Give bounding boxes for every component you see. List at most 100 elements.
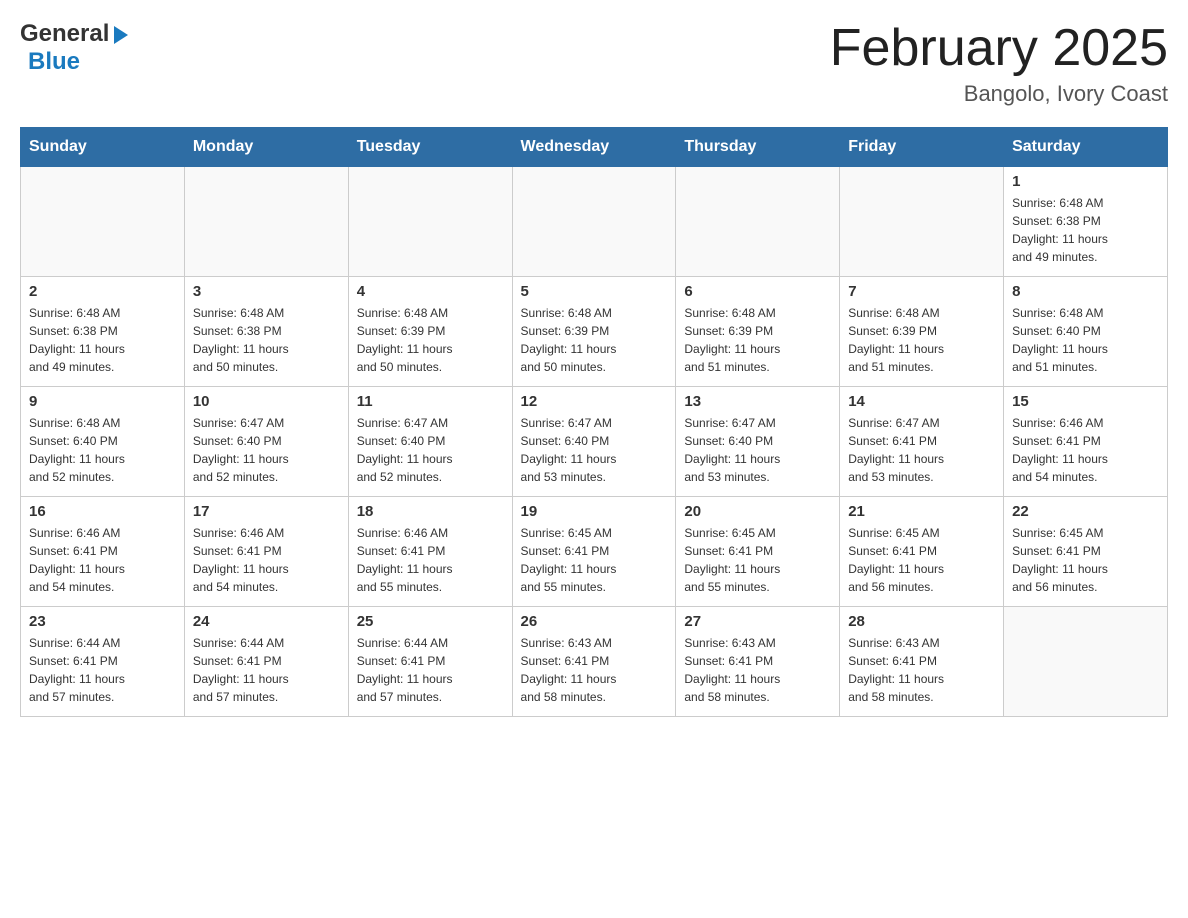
day-number: 14 [848, 393, 995, 410]
day-info-text: Sunrise: 6:48 AM Sunset: 6:40 PM Dayligh… [29, 414, 176, 486]
day-info-text: Sunrise: 6:48 AM Sunset: 6:40 PM Dayligh… [1012, 304, 1159, 376]
day-info-text: Sunrise: 6:44 AM Sunset: 6:41 PM Dayligh… [357, 634, 504, 706]
logo-arrow-icon [110, 24, 132, 46]
day-info-text: Sunrise: 6:47 AM Sunset: 6:40 PM Dayligh… [357, 414, 504, 486]
day-info-text: Sunrise: 6:48 AM Sunset: 6:39 PM Dayligh… [848, 304, 995, 376]
day-number: 9 [29, 393, 176, 410]
day-info-text: Sunrise: 6:48 AM Sunset: 6:38 PM Dayligh… [1012, 194, 1159, 266]
day-number: 7 [848, 283, 995, 300]
day-number: 12 [521, 393, 668, 410]
day-info-text: Sunrise: 6:44 AM Sunset: 6:41 PM Dayligh… [29, 634, 176, 706]
calendar-day-cell [184, 167, 348, 277]
logo: General Blue [20, 20, 132, 76]
day-info-text: Sunrise: 6:45 AM Sunset: 6:41 PM Dayligh… [1012, 524, 1159, 596]
logo-blue-text: Blue [28, 48, 80, 76]
calendar-day-cell: 4 Sunrise: 6:48 AM Sunset: 6:39 PM Daylig… [348, 277, 512, 387]
weekday-header-row: SundayMondayTuesdayWednesdayThursdayFrid… [21, 128, 1168, 167]
calendar-day-cell: 19Sunrise: 6:45 AM Sunset: 6:41 PM Dayli… [512, 497, 676, 607]
day-number: 22 [1012, 503, 1159, 520]
day-number: 28 [848, 613, 995, 630]
day-info-text: Sunrise: 6:45 AM Sunset: 6:41 PM Dayligh… [521, 524, 668, 596]
calendar-day-cell: 22 Sunrise: 6:45 AM Sunset: 6:41 PM Dayli… [1004, 497, 1168, 607]
calendar-day-cell: 28 Sunrise: 6:43 AM Sunset: 6:41 PM Dayli… [840, 607, 1004, 717]
day-info-text: Sunrise: 6:48 AM Sunset: 6:39 PM Dayligh… [521, 304, 668, 376]
day-info-text: Sunrise: 6:44 AM Sunset: 6:41 PM Dayligh… [193, 634, 340, 706]
calendar-day-cell: 16 Sunrise: 6:46 AM Sunset: 6:41 PM Dayli… [21, 497, 185, 607]
day-info-text: Sunrise: 6:46 AM Sunset: 6:41 PM Dayligh… [29, 524, 176, 596]
calendar-day-cell [840, 167, 1004, 277]
calendar-day-cell: 8 Sunrise: 6:48 AM Sunset: 6:40 PM Daylig… [1004, 277, 1168, 387]
day-number: 1 [1012, 173, 1159, 190]
calendar-day-cell: 26 Sunrise: 6:43 AM Sunset: 6:41 PM Dayli… [512, 607, 676, 717]
day-info-text: Sunrise: 6:48 AM Sunset: 6:39 PM Dayligh… [684, 304, 831, 376]
location-subtitle: Bangolo, Ivory Coast [830, 81, 1168, 107]
calendar-day-cell: 25 Sunrise: 6:44 AM Sunset: 6:41 PM Dayli… [348, 607, 512, 717]
day-info-text: Sunrise: 6:47 AM Sunset: 6:40 PM Dayligh… [521, 414, 668, 486]
day-info-text: Sunrise: 6:47 AM Sunset: 6:41 PM Dayligh… [848, 414, 995, 486]
day-number: 6 [684, 283, 831, 300]
calendar-day-cell: 24Sunrise: 6:44 AM Sunset: 6:41 PM Dayli… [184, 607, 348, 717]
calendar-week-row: 23Sunrise: 6:44 AM Sunset: 6:41 PM Dayli… [21, 607, 1168, 717]
calendar-week-row: 2 Sunrise: 6:48 AM Sunset: 6:38 PM Daylig… [21, 277, 1168, 387]
day-number: 13 [684, 393, 831, 410]
calendar-day-cell [348, 167, 512, 277]
day-number: 25 [357, 613, 504, 630]
month-title: February 2025 [830, 20, 1168, 77]
calendar-day-cell: 15 Sunrise: 6:46 AM Sunset: 6:41 PM Dayli… [1004, 387, 1168, 497]
calendar-day-cell: 6 Sunrise: 6:48 AM Sunset: 6:39 PM Daylig… [676, 277, 840, 387]
day-info-text: Sunrise: 6:48 AM Sunset: 6:38 PM Dayligh… [193, 304, 340, 376]
day-info-text: Sunrise: 6:46 AM Sunset: 6:41 PM Dayligh… [1012, 414, 1159, 486]
logo-general-text: General [20, 20, 109, 48]
day-number: 17 [193, 503, 340, 520]
weekday-header-thursday: Thursday [676, 128, 840, 167]
calendar-day-cell: 7 Sunrise: 6:48 AM Sunset: 6:39 PM Daylig… [840, 277, 1004, 387]
day-number: 20 [684, 503, 831, 520]
weekday-header-tuesday: Tuesday [348, 128, 512, 167]
calendar-day-cell: 11 Sunrise: 6:47 AM Sunset: 6:40 PM Dayli… [348, 387, 512, 497]
day-number: 3 [193, 283, 340, 300]
day-info-text: Sunrise: 6:45 AM Sunset: 6:41 PM Dayligh… [684, 524, 831, 596]
calendar-day-cell: 10 Sunrise: 6:47 AM Sunset: 6:40 PM Dayli… [184, 387, 348, 497]
calendar-week-row: 16 Sunrise: 6:46 AM Sunset: 6:41 PM Dayli… [21, 497, 1168, 607]
calendar-day-cell: 20 Sunrise: 6:45 AM Sunset: 6:41 PM Dayli… [676, 497, 840, 607]
day-info-text: Sunrise: 6:46 AM Sunset: 6:41 PM Dayligh… [357, 524, 504, 596]
weekday-header-sunday: Sunday [21, 128, 185, 167]
day-number: 4 [357, 283, 504, 300]
calendar-day-cell: 9 Sunrise: 6:48 AM Sunset: 6:40 PM Daylig… [21, 387, 185, 497]
day-info-text: Sunrise: 6:48 AM Sunset: 6:38 PM Dayligh… [29, 304, 176, 376]
calendar-day-cell [1004, 607, 1168, 717]
day-number: 8 [1012, 283, 1159, 300]
calendar-day-cell: 3 Sunrise: 6:48 AM Sunset: 6:38 PM Daylig… [184, 277, 348, 387]
day-info-text: Sunrise: 6:43 AM Sunset: 6:41 PM Dayligh… [521, 634, 668, 706]
day-info-text: Sunrise: 6:43 AM Sunset: 6:41 PM Dayligh… [684, 634, 831, 706]
calendar-day-cell: 17 Sunrise: 6:46 AM Sunset: 6:41 PM Dayli… [184, 497, 348, 607]
day-number: 26 [521, 613, 668, 630]
day-info-text: Sunrise: 6:48 AM Sunset: 6:39 PM Dayligh… [357, 304, 504, 376]
day-number: 15 [1012, 393, 1159, 410]
day-number: 5 [521, 283, 668, 300]
weekday-header-wednesday: Wednesday [512, 128, 676, 167]
calendar-day-cell: 5 Sunrise: 6:48 AM Sunset: 6:39 PM Daylig… [512, 277, 676, 387]
calendar-day-cell: 14 Sunrise: 6:47 AM Sunset: 6:41 PM Dayli… [840, 387, 1004, 497]
day-info-text: Sunrise: 6:46 AM Sunset: 6:41 PM Dayligh… [193, 524, 340, 596]
calendar-day-cell [21, 167, 185, 277]
day-number: 16 [29, 503, 176, 520]
day-info-text: Sunrise: 6:47 AM Sunset: 6:40 PM Dayligh… [193, 414, 340, 486]
weekday-header-monday: Monday [184, 128, 348, 167]
calendar-day-cell: 27Sunrise: 6:43 AM Sunset: 6:41 PM Dayli… [676, 607, 840, 717]
day-number: 18 [357, 503, 504, 520]
calendar-day-cell: 2 Sunrise: 6:48 AM Sunset: 6:38 PM Daylig… [21, 277, 185, 387]
calendar-day-cell: 12 Sunrise: 6:47 AM Sunset: 6:40 PM Dayli… [512, 387, 676, 497]
page-header: General Blue February 2025 Bangolo, Ivor… [20, 20, 1168, 107]
calendar-week-row: 1 Sunrise: 6:48 AM Sunset: 6:38 PM Daylig… [21, 167, 1168, 277]
day-number: 21 [848, 503, 995, 520]
day-info-text: Sunrise: 6:43 AM Sunset: 6:41 PM Dayligh… [848, 634, 995, 706]
title-block: February 2025 Bangolo, Ivory Coast [830, 20, 1168, 107]
day-number: 10 [193, 393, 340, 410]
day-number: 11 [357, 393, 504, 410]
calendar-day-cell: 13Sunrise: 6:47 AM Sunset: 6:40 PM Dayli… [676, 387, 840, 497]
calendar-day-cell [676, 167, 840, 277]
day-info-text: Sunrise: 6:45 AM Sunset: 6:41 PM Dayligh… [848, 524, 995, 596]
weekday-header-saturday: Saturday [1004, 128, 1168, 167]
day-number: 2 [29, 283, 176, 300]
